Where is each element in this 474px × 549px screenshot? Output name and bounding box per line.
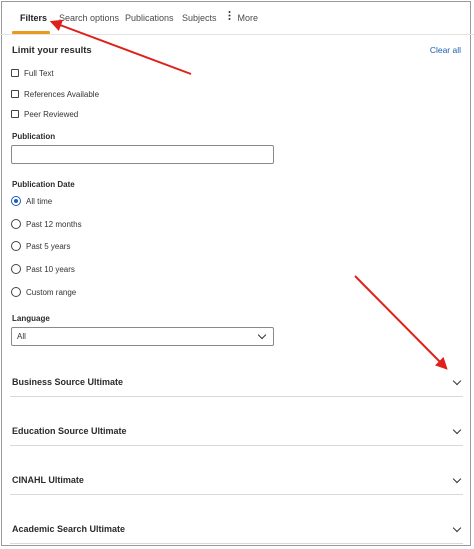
all-time-label: All time [26,197,53,206]
accordion-title: Education Source Ultimate [12,426,127,436]
tab-more[interactable]: More [228,11,259,24]
full-text-checkbox[interactable] [11,69,19,77]
limit-results-heading: Limit your results [12,45,92,56]
accordion-title: Business Source Ultimate [12,377,124,387]
peer-reviewed-checkbox[interactable] [11,110,19,118]
chevron-down-icon [452,474,462,484]
past-12-months-radio[interactable] [11,219,21,229]
divider [10,396,463,397]
more-vertical-icon [228,11,231,23]
full-text-label: Full Text [24,69,54,78]
past-5-years-label: Past 5 years [26,242,71,251]
publication-date-label: Publication Date [12,180,75,189]
custom-range-radio[interactable] [11,287,21,297]
language-select-value: All [17,332,26,341]
accordion-title: Academic Search Ultimate [12,524,126,534]
past-10-years-label: Past 10 years [26,265,75,274]
divider [10,445,463,446]
publication-input[interactable] [11,145,274,164]
publication-label: Publication [12,132,56,141]
filter-tabs: Filters Search options Publications Subj… [0,0,474,35]
divider [10,543,463,544]
language-select[interactable]: All [11,327,274,346]
references-available-checkbox[interactable] [11,90,19,98]
past-5-years-radio[interactable] [11,241,21,251]
tab-search-options[interactable]: Search options [59,12,119,24]
custom-range-label: Custom range [26,288,77,297]
chevron-down-icon [452,376,462,386]
accordion-business-source-ultimate[interactable]: Business Source Ultimate [0,368,474,398]
past-12-months-label: Past 12 months [26,220,82,229]
all-time-radio[interactable] [11,196,21,206]
tab-publications[interactable]: Publications [125,12,174,24]
chevron-down-icon [452,523,462,533]
references-available-label: References Available [24,90,100,99]
tab-filters[interactable]: Filters [20,12,47,24]
accordion-title: CINAHL Ultimate [12,475,84,485]
divider [10,494,463,495]
chevron-down-icon [452,425,462,435]
clear-all-link[interactable]: Clear all [430,45,461,55]
language-label: Language [12,314,50,323]
accordion-education-source-ultimate[interactable]: Education Source Ultimate [0,417,474,447]
past-10-years-radio[interactable] [11,264,21,274]
accordion-academic-search-ultimate[interactable]: Academic Search Ultimate [0,515,474,545]
active-tab-indicator [12,31,50,34]
chevron-down-icon [257,330,267,340]
peer-reviewed-label: Peer Reviewed [24,110,79,119]
accordion-cinahl-ultimate[interactable]: CINAHL Ultimate [0,466,474,496]
tab-subjects[interactable]: Subjects [182,12,217,24]
tab-more-label: More [237,13,259,23]
